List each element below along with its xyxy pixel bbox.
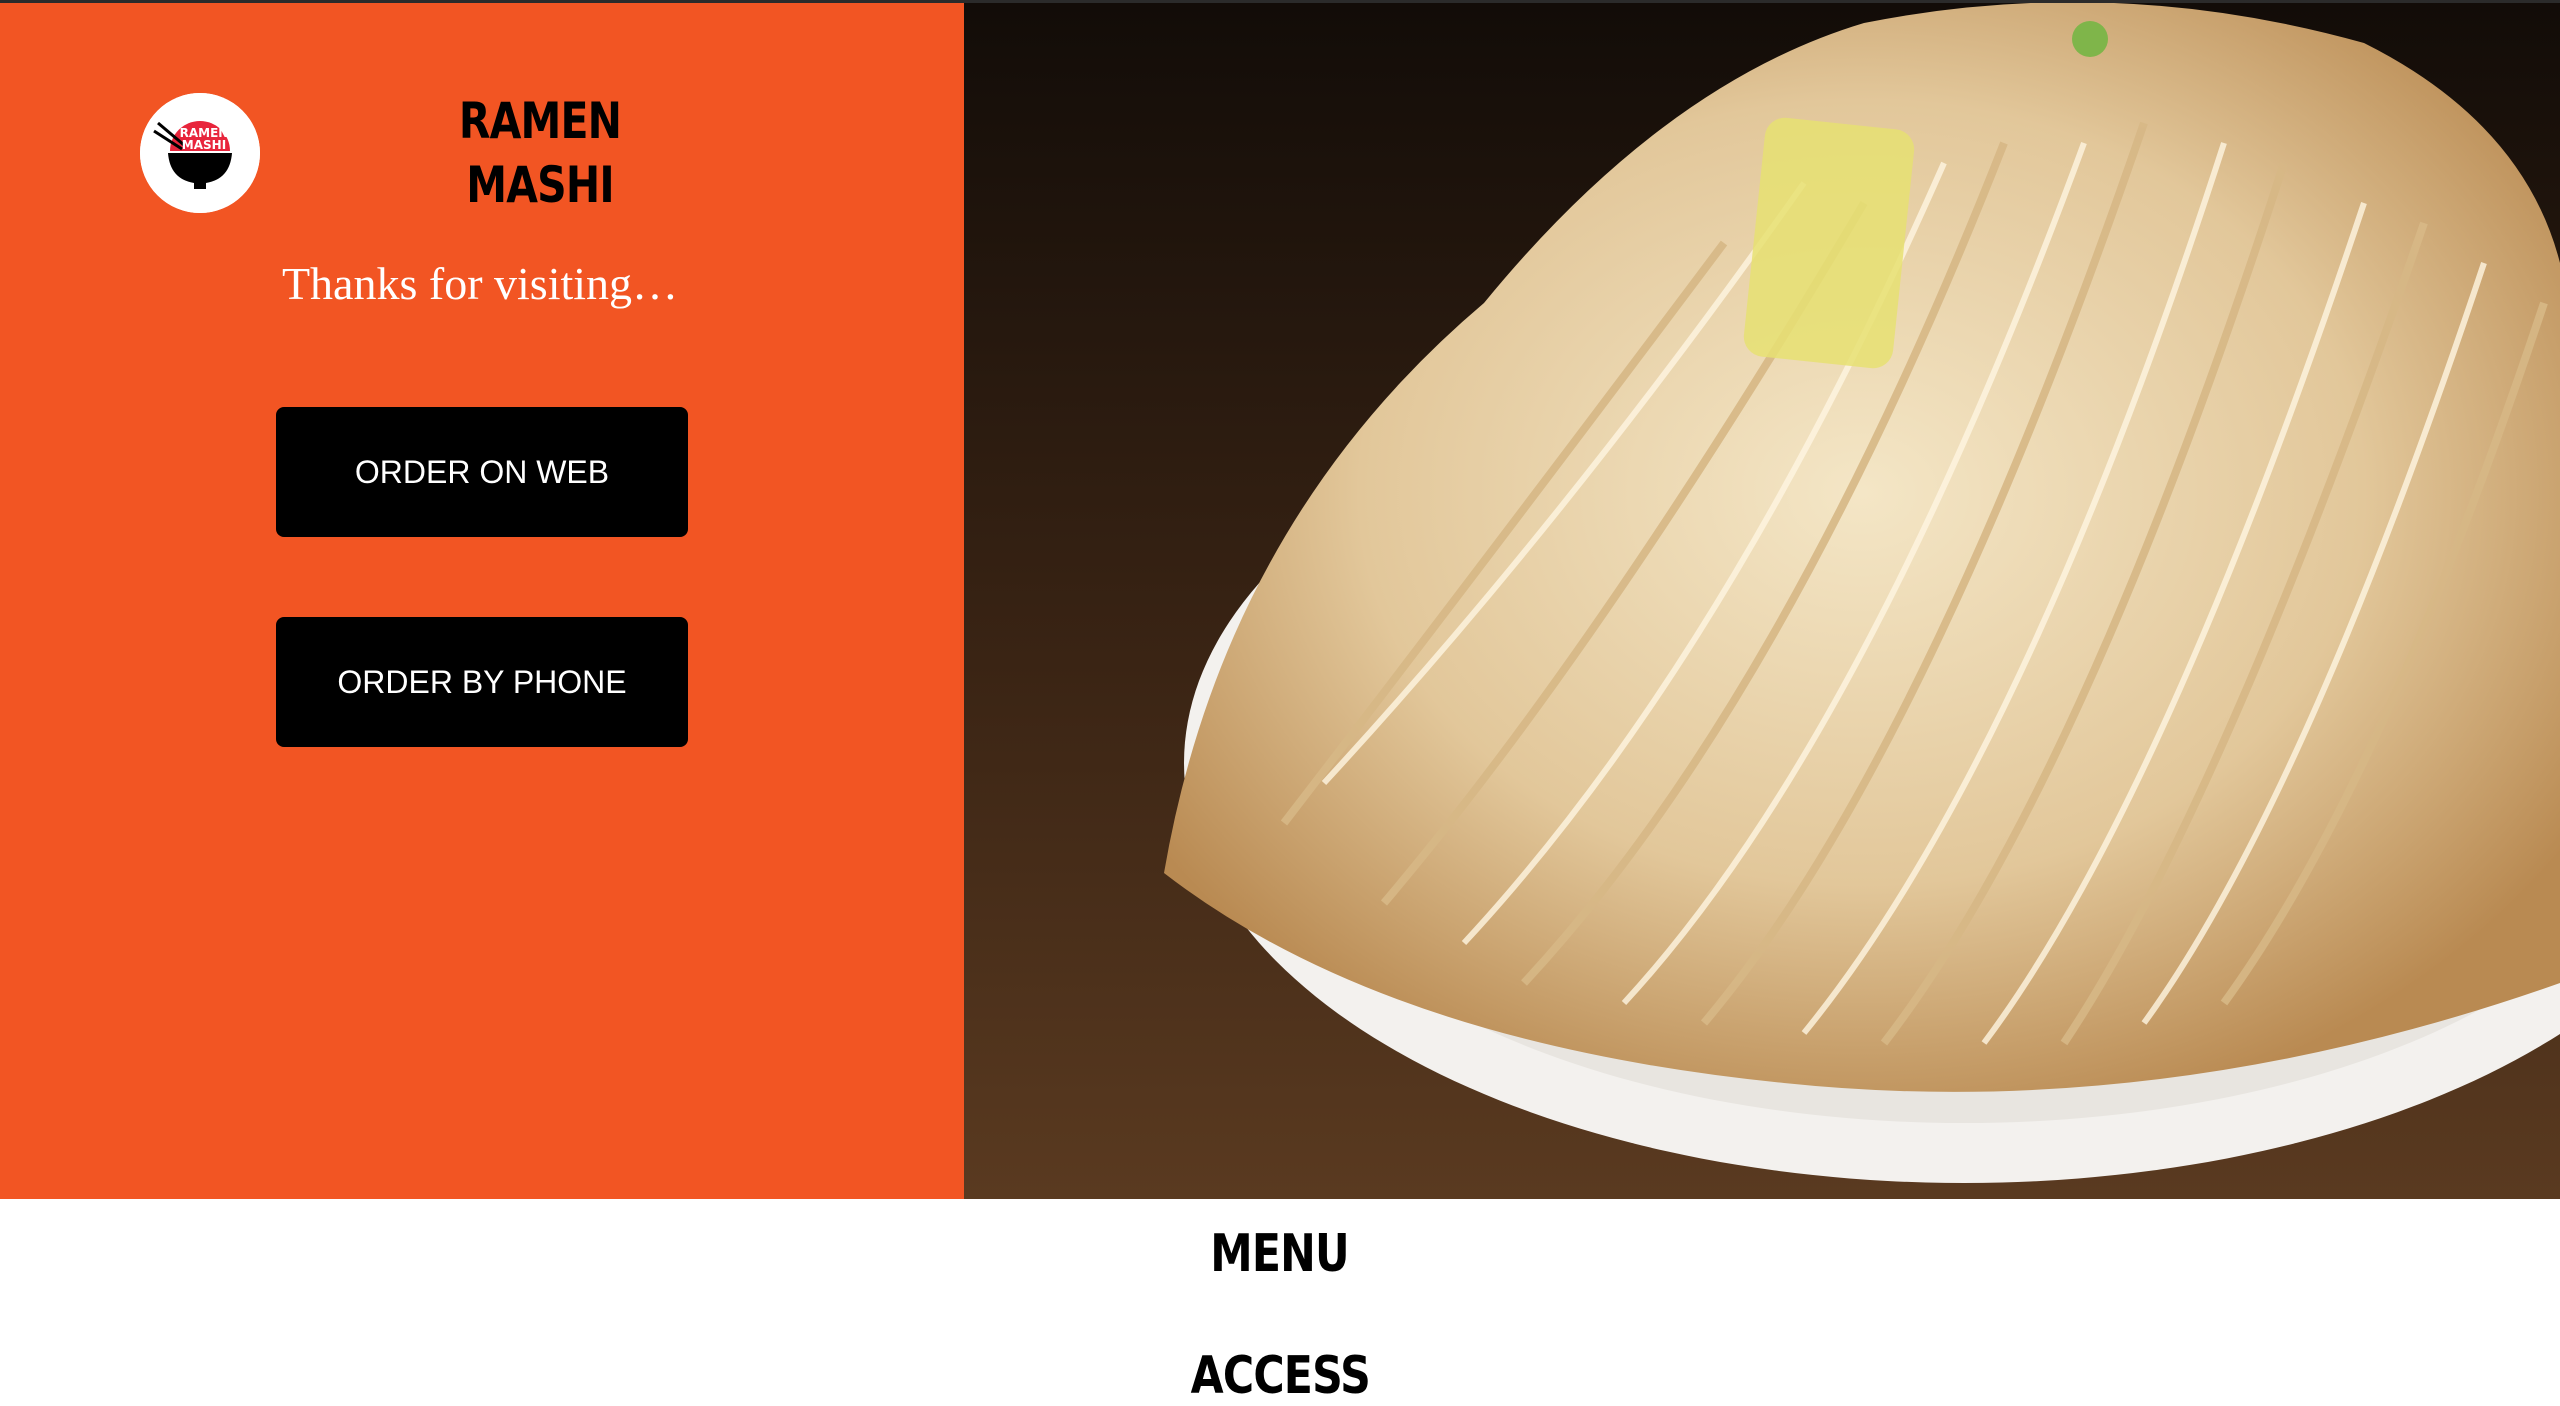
brand-name-line1: RAMEN [458,92,622,150]
nav-access-link[interactable]: ACCESS [0,1346,2560,1406]
nav-access-label: ACCESS [1190,1346,1370,1406]
hero-food-photo [964,3,2560,1199]
brand-name-line2: MASHI [466,156,614,214]
order-on-web-button[interactable]: ORDER ON WEB [276,407,688,537]
ramen-bowl-logo-icon[interactable]: RAMEN MASHI [140,93,260,213]
order-by-phone-button[interactable]: ORDER BY PHONE [276,617,688,747]
nav-menu-link[interactable]: MENU [0,1224,2560,1284]
logo-text-line2: MASHI [182,138,226,152]
nav-menu-label: MENU [1210,1224,1350,1284]
tagline: Thanks for visiting… [281,258,679,309]
hero-left-panel: RAMEN MASHI RAMEN MASHI Thanks for visit… [0,3,964,1199]
brand-name: RAMEN MASHI [425,89,655,217]
